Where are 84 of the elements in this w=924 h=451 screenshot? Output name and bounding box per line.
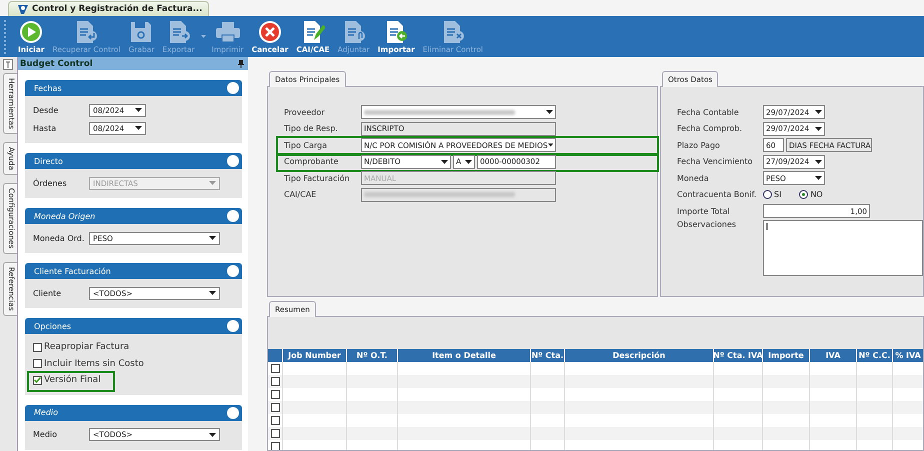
checkbox[interactable]: [33, 359, 42, 368]
document-pencil-icon: [301, 20, 325, 44]
group-title: Opciones: [34, 322, 72, 330]
group-title: Cliente Facturación: [34, 266, 111, 276]
field-label: Órdenes: [33, 178, 68, 188]
row-checkbox[interactable]: [270, 416, 280, 425]
field-label: Proveedor: [284, 108, 326, 117]
row-checkbox[interactable]: [270, 364, 280, 373]
caret-icon: [815, 126, 822, 131]
field-label: Comprobante: [284, 157, 340, 166]
caret-icon: [465, 160, 472, 164]
text-area[interactable]: [763, 220, 923, 276]
printer-icon: [214, 20, 241, 44]
caret-icon: [209, 291, 216, 295]
panel-icon: [3, 59, 13, 70]
column-header[interactable]: Nº C.C.: [857, 349, 893, 362]
document-tab[interactable]: Control y Registración de Factura...: [8, 1, 210, 16]
field-label: Tipo de Resp.: [284, 124, 339, 134]
row-checkbox[interactable]: [270, 390, 280, 399]
document-arrow-icon: [74, 20, 98, 44]
radio-label: NO: [810, 190, 823, 200]
document-arrow-icon: [384, 20, 408, 44]
row-checkbox[interactable]: [270, 377, 280, 386]
option-label: Reapropiar Factura: [44, 342, 130, 352]
caret-icon: [815, 160, 822, 164]
field-label: Fecha Vencimiento: [677, 157, 754, 166]
text-field[interactable]: [361, 188, 556, 202]
row-checkbox[interactable]: [270, 403, 280, 412]
collapse-toggle[interactable]: [227, 210, 239, 222]
checkbox[interactable]: [33, 342, 42, 352]
group-title: Directo: [34, 156, 63, 166]
field-label: Tipo Facturación: [284, 174, 351, 183]
collapse-toggle[interactable]: [227, 406, 239, 418]
radio-button[interactable]: [763, 190, 772, 200]
field-label: Desde: [33, 106, 60, 114]
panel-title: Budget Control: [20, 58, 93, 68]
field-label: Moneda: [677, 174, 710, 183]
row-checkbox[interactable]: [270, 442, 280, 450]
dropdown[interactable]: [361, 105, 556, 120]
pin-icon: [238, 60, 244, 68]
field-label: Tipo Carga: [284, 140, 328, 150]
checkmark-icon: [34, 377, 41, 384]
group-title: Moneda Origen: [34, 212, 96, 220]
cancel-icon: [258, 20, 282, 44]
caret-icon: [135, 126, 142, 130]
field-label: Plazo Pago: [677, 140, 721, 150]
column-header[interactable]: Nº Cta.: [531, 349, 565, 362]
text-cursor: [766, 222, 768, 230]
radio-button[interactable]: [799, 190, 808, 200]
field-label: CAI/CAE: [284, 190, 318, 200]
grip-handle[interactable]: [4, 20, 8, 54]
caret-icon: [209, 432, 216, 436]
field-label: Moneda Ord.: [33, 234, 86, 242]
field-label: Cliente: [33, 288, 62, 298]
option-label: Incluir Items sin Costo: [44, 358, 144, 369]
collapse-toggle[interactable]: [227, 265, 239, 277]
group-title: Medio: [34, 408, 58, 417]
column-header[interactable]: Nº Cta. IVA: [714, 349, 763, 362]
row-checkbox[interactable]: [270, 429, 280, 438]
collapse-toggle[interactable]: [227, 155, 239, 167]
field-label: Hasta: [33, 124, 58, 132]
collapse-toggle[interactable]: [227, 82, 239, 94]
play-icon: [19, 20, 44, 44]
caret-icon: [546, 110, 553, 114]
field-label: Fecha Contable: [677, 108, 740, 117]
field-label: Fecha Comprob.: [677, 124, 743, 134]
caret-icon: [209, 236, 216, 240]
radio-label: SI: [774, 190, 782, 200]
field-label: Contracuenta Bonif.: [677, 190, 758, 200]
field-label: Medio: [33, 430, 58, 439]
field-label: Importe Total: [677, 206, 731, 216]
caret-icon: [441, 160, 448, 164]
field-label: Observaciones: [677, 220, 738, 228]
checkbox[interactable]: [33, 376, 42, 385]
caret-icon: [548, 143, 553, 148]
option-label: Versión Final: [44, 375, 101, 386]
caret-icon: [135, 108, 142, 112]
floppy-icon: [129, 20, 154, 44]
caret-icon: [209, 181, 216, 185]
collapse-toggle[interactable]: [227, 320, 239, 332]
group-title: Fechas: [34, 84, 62, 92]
tab-logo-icon: [17, 4, 29, 14]
caret-icon: [815, 176, 822, 180]
caret-icon: [815, 110, 822, 114]
